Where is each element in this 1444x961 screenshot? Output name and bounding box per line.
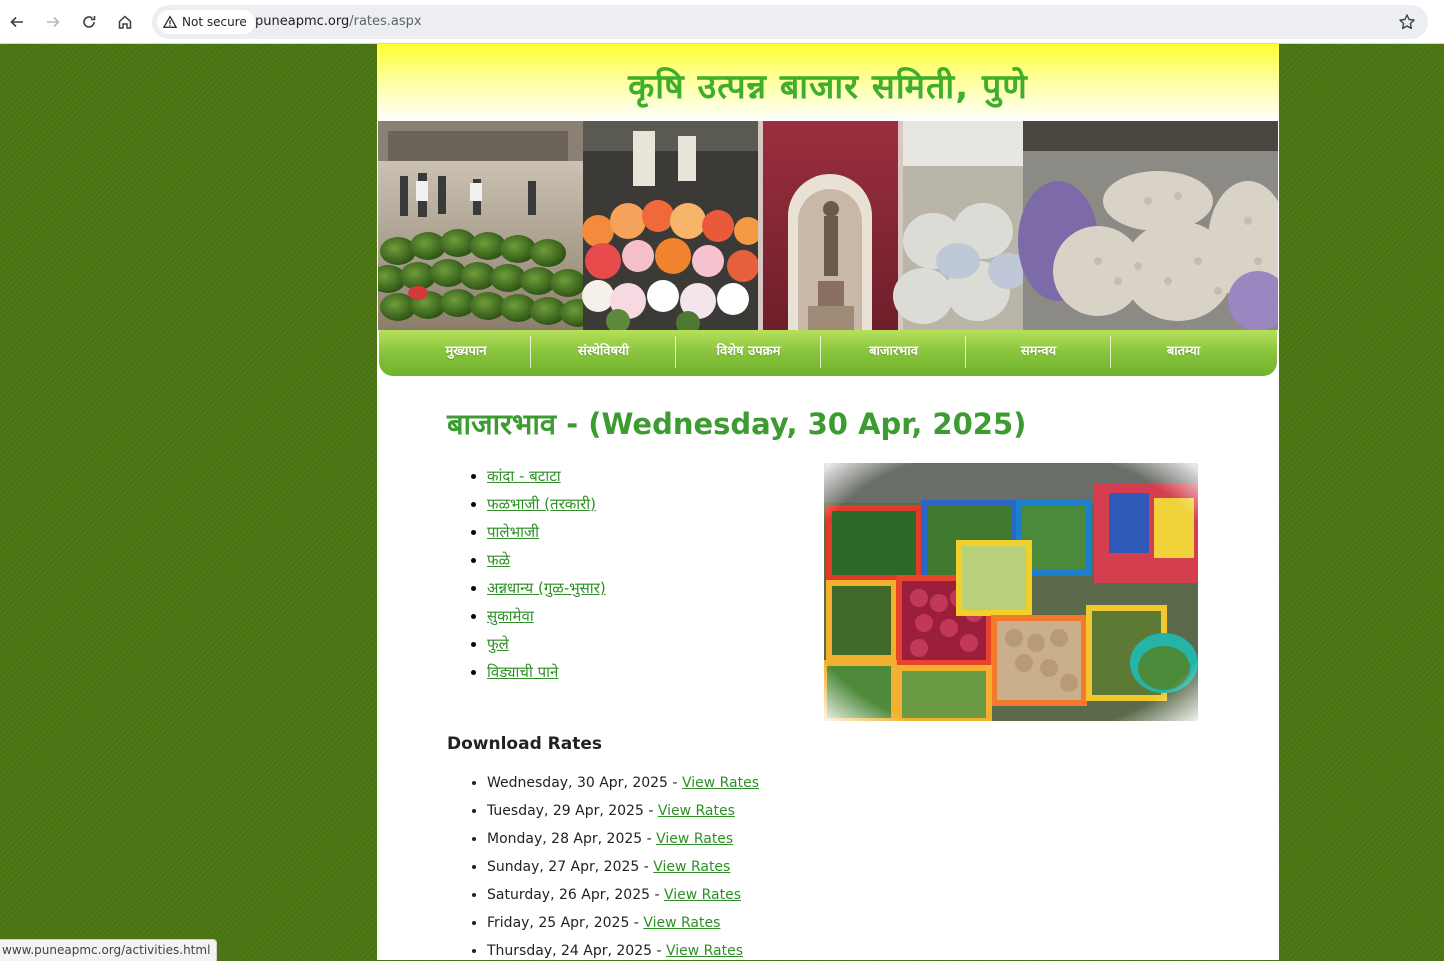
vegetable-crates-illustration <box>824 463 1198 721</box>
list-item: Monday, 28 Apr, 2025 - View Rates <box>487 825 759 853</box>
forward-arrow-icon <box>47 16 60 28</box>
list-item: Friday, 25 Apr, 2025 - View Rates <box>487 909 759 937</box>
page-container: कृषि उत्पन्न बाजार समिती, पुणे मुख्यपान … <box>377 44 1279 960</box>
download-rates-heading: Download Rates <box>447 734 603 754</box>
star-icon[interactable] <box>1398 13 1416 31</box>
category-list: कांदा - बटाटा फळभाजी (तरकारी) पालेभाजी फ… <box>447 462 606 686</box>
list-item: फळे <box>487 546 606 574</box>
back-button[interactable] <box>5 10 29 34</box>
view-rates-link[interactable]: View Rates <box>653 859 730 875</box>
url-text[interactable]: puneapmc.org/rates.aspx <box>255 14 422 29</box>
rate-date: Sunday, 27 Apr, 2025 - <box>487 859 649 875</box>
category-link[interactable]: फळभाजी (तरकारी) <box>487 495 596 513</box>
category-link[interactable]: कांदा - बटाटा <box>487 467 561 485</box>
banner-image <box>378 121 1278 330</box>
banner-collage <box>378 121 1278 330</box>
view-rates-link[interactable]: View Rates <box>682 775 759 791</box>
view-rates-link[interactable]: View Rates <box>656 831 733 847</box>
page-title: बाजारभाव - (Wednesday, 30 Apr, 2025) <box>447 407 1027 441</box>
url-path: /rates.aspx <box>349 14 422 29</box>
nav-item-home[interactable]: मुख्यपान <box>393 330 539 370</box>
home-icon <box>118 15 132 29</box>
list-item: कांदा - बटाटा <box>487 462 606 490</box>
list-item: Saturday, 26 Apr, 2025 - View Rates <box>487 881 759 909</box>
rate-date: Friday, 25 Apr, 2025 - <box>487 915 639 931</box>
view-rates-link[interactable]: View Rates <box>658 803 735 819</box>
security-chip[interactable]: Not secure <box>157 10 255 34</box>
url-domain: puneapmc.org <box>255 14 350 29</box>
list-item: विड्याची पाने <box>487 658 606 686</box>
category-link[interactable]: सुकामेवा <box>487 607 534 625</box>
site-header: कृषि उत्पन्न बाजार समिती, पुणे <box>377 44 1279 121</box>
warning-icon <box>163 15 177 28</box>
nav-item-special-projects[interactable]: विशेष उपक्रम <box>676 330 821 370</box>
list-item: Thursday, 24 Apr, 2025 - View Rates <box>487 937 759 960</box>
category-link[interactable]: फुले <box>487 635 509 653</box>
view-rates-link[interactable]: View Rates <box>666 943 743 959</box>
browser-toolbar: Not secure puneapmc.org/rates.aspx <box>0 0 1444 44</box>
back-arrow-icon <box>10 16 23 28</box>
address-bar[interactable]: Not secure puneapmc.org/rates.aspx <box>152 5 1428 39</box>
list-item: Sunday, 27 Apr, 2025 - View Rates <box>487 853 759 881</box>
rates-list: Wednesday, 30 Apr, 2025 - View Rates Tue… <box>447 769 759 960</box>
vegetable-crates-image <box>824 463 1198 721</box>
list-item: अन्नधान्य (गुळ-भुसार) <box>487 574 606 602</box>
list-item: सुकामेवा <box>487 602 606 630</box>
category-link[interactable]: पालेभाजी <box>487 523 539 541</box>
list-item: पालेभाजी <box>487 518 606 546</box>
rate-date: Wednesday, 30 Apr, 2025 - <box>487 775 678 791</box>
link-status-bar: www.puneapmc.org/activities.html <box>0 939 218 961</box>
reload-button[interactable] <box>77 10 101 34</box>
rate-date: Tuesday, 29 Apr, 2025 - <box>487 803 654 819</box>
reload-icon <box>83 16 96 28</box>
list-item: फळभाजी (तरकारी) <box>487 490 606 518</box>
security-label: Not secure <box>182 15 247 29</box>
site-title: कृषि उत्पन्न बाजार समिती, पुणे <box>628 67 1028 107</box>
view-rates-link[interactable]: View Rates <box>643 915 720 931</box>
rate-date: Monday, 28 Apr, 2025 - <box>487 831 652 847</box>
list-item: Wednesday, 30 Apr, 2025 - View Rates <box>487 769 759 797</box>
list-item: Tuesday, 29 Apr, 2025 - View Rates <box>487 797 759 825</box>
category-link[interactable]: अन्नधान्य (गुळ-भुसार) <box>487 579 606 597</box>
view-rates-link[interactable]: View Rates <box>664 887 741 903</box>
forward-button[interactable] <box>41 10 65 34</box>
list-item: फुले <box>487 630 606 658</box>
nav-item-about[interactable]: संस्थेविषयी <box>531 330 676 370</box>
category-link[interactable]: फळे <box>487 551 510 569</box>
nav-item-coordination[interactable]: समन्वय <box>966 330 1111 370</box>
nav-item-market-rates[interactable]: बाजारभाव <box>821 330 966 370</box>
home-button[interactable] <box>113 10 137 34</box>
category-link[interactable]: विड्याची पाने <box>487 663 558 681</box>
rate-date: Thursday, 24 Apr, 2025 - <box>487 943 662 959</box>
main-nav: मुख्यपान संस्थेविषयी विशेष उपक्रम बाजारभ… <box>379 330 1277 376</box>
rate-date: Saturday, 26 Apr, 2025 - <box>487 887 660 903</box>
nav-item-news[interactable]: बातम्या <box>1111 330 1256 370</box>
